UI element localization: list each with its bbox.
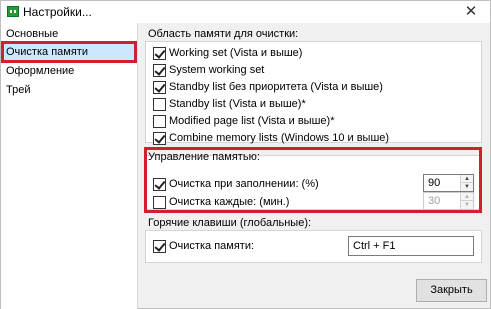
- option-modified-page-list[interactable]: Modified page list (Vista и выше)*: [153, 113, 334, 129]
- checkbox[interactable]: [153, 63, 166, 77]
- window-title: Настройки...: [23, 5, 92, 19]
- option-label: Modified page list (Vista и выше)*: [169, 115, 335, 127]
- option-label: Working set (Vista и выше): [169, 47, 303, 59]
- close-icon[interactable]: ✕: [462, 3, 480, 21]
- option-standby-no-priority[interactable]: Standby list без приоритета (Vista и выш…: [153, 79, 383, 95]
- option-standby-list[interactable]: Standby list (Vista и выше)*: [153, 96, 306, 112]
- option-working-set[interactable]: Working set (Vista и выше): [153, 45, 302, 61]
- sidebar: Основные Очистка памяти Оформление Трей: [1, 23, 138, 309]
- close-button[interactable]: Закрыть: [416, 279, 487, 302]
- checkbox[interactable]: [153, 131, 166, 145]
- title-bar: Настройки... ✕: [1, 1, 490, 23]
- settings-window: Настройки... ✕ Основные Очистка памяти О…: [0, 0, 491, 309]
- hotkey-input[interactable]: Ctrl + F1: [348, 236, 474, 256]
- hotkeys-title: Горячие клавиши (глобальные):: [148, 217, 312, 229]
- memory-areas-group: Working set (Vista и выше) System workin…: [145, 41, 482, 146]
- option-label: Standby list без приоритета (Vista и выш…: [169, 81, 383, 93]
- option-system-working-set[interactable]: System working set: [153, 62, 264, 78]
- sidebar-item-tray[interactable]: Трей: [1, 81, 138, 99]
- checkbox[interactable]: [153, 239, 166, 253]
- checkbox[interactable]: [153, 80, 166, 94]
- option-label: System working set: [169, 64, 265, 76]
- option-label: Combine memory lists (Windows 10 и выше): [169, 132, 390, 144]
- hotkeys-group: Очистка памяти: Ctrl + F1: [145, 230, 482, 263]
- option-combine-memory-lists[interactable]: Combine memory lists (Windows 10 и выше): [153, 130, 389, 146]
- checkbox[interactable]: [153, 114, 166, 128]
- option-label: Очистка памяти:: [169, 240, 255, 252]
- main-panel: Область памяти для очистки: Working set …: [139, 23, 490, 309]
- checkbox[interactable]: [153, 97, 166, 111]
- memory-areas-title: Область памяти для очистки:: [148, 28, 299, 40]
- sidebar-item-appearance[interactable]: Оформление: [1, 62, 138, 80]
- app-icon: [7, 6, 19, 17]
- highlight-frame-management: [144, 147, 482, 213]
- option-hotkey-cleanup[interactable]: Очистка памяти:: [153, 238, 254, 254]
- option-label: Standby list (Vista и выше)*: [169, 98, 306, 110]
- highlight-frame-sidebar: [1, 41, 137, 63]
- checkbox[interactable]: [153, 46, 166, 60]
